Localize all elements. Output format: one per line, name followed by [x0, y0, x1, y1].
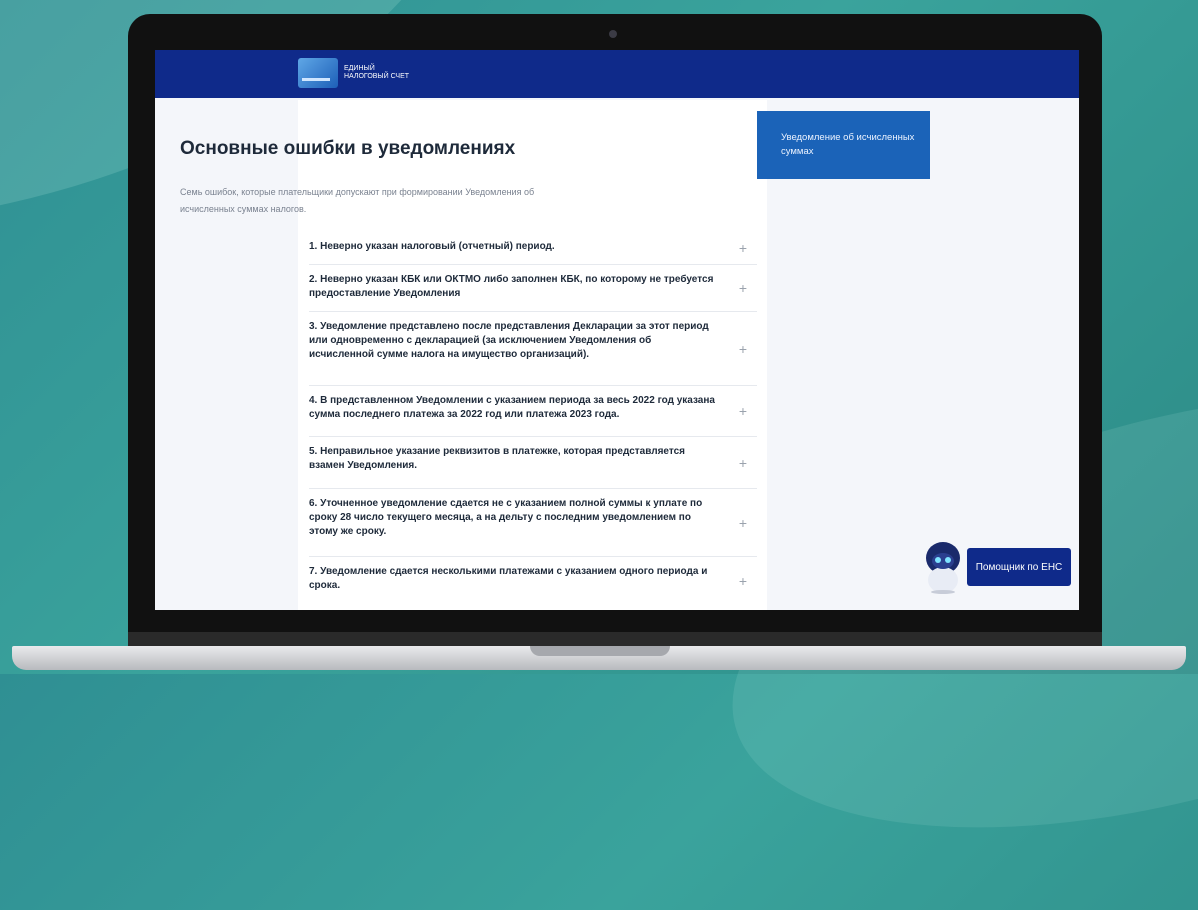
laptop-base-notch	[530, 646, 670, 656]
page-title: Основные ошибки в уведомлениях	[180, 138, 516, 159]
intro-text: Семь ошибок, которые плательщики допуска…	[180, 187, 535, 214]
accordion-item[interactable]: 5. Неправильное указание реквизитов в пл…	[309, 437, 757, 489]
browser-screen: ЕДИНЫЙ НАЛОГОВЫЙ СЧЕТ Основные ошибки в …	[155, 50, 1079, 610]
accordion-item[interactable]: 4. В представленном Уведомлении с указан…	[309, 386, 757, 437]
logo-line-2: НАЛОГОВЫЙ СЧЕТ	[344, 73, 410, 80]
plus-icon[interactable]: +	[739, 456, 747, 470]
accordion-item-label: 1. Неверно указан налоговый (отчетный) п…	[309, 241, 555, 252]
site-logo[interactable]: ЕДИНЫЙ НАЛОГОВЫЙ СЧЕТ	[298, 58, 409, 88]
accordion-item[interactable]: 1. Неверно указан налоговый (отчетный) п…	[309, 232, 757, 265]
assistant-bot-icon[interactable]	[922, 540, 964, 594]
accordion-item-label: 3. Уведомление представлено после предст…	[309, 321, 709, 360]
card-icon	[298, 58, 338, 88]
logo-line-1: ЕДИНЫЙ	[344, 65, 375, 72]
accordion-item[interactable]: 2. Неверно указан КБК или ОКТМО либо зап…	[309, 265, 757, 312]
logo-text: ЕДИНЫЙ НАЛОГОВЫЙ СЧЕТ	[344, 65, 409, 81]
accordion-item-label: 2. Неверно указан КБК или ОКТМО либо зап…	[309, 274, 714, 299]
accordion-item-label: 4. В представленном Уведомлении с указан…	[309, 395, 715, 420]
plus-icon[interactable]: +	[739, 404, 747, 418]
accordion-item-label: 5. Неправильное указание реквизитов в пл…	[309, 446, 686, 471]
plus-icon[interactable]: +	[739, 574, 747, 588]
accordion-item[interactable]: 6. Уточненное уведомление сдается не с у…	[309, 489, 757, 557]
accordion-item-label: 6. Уточненное уведомление сдается не с у…	[309, 498, 703, 537]
plus-icon[interactable]: +	[739, 342, 747, 356]
site-header: ЕДИНЫЙ НАЛОГОВЫЙ СЧЕТ	[155, 50, 1079, 98]
webcam	[609, 30, 617, 38]
errors-accordion: 1. Неверно указан налоговый (отчетный) п…	[309, 232, 757, 605]
sidebar-link-notification[interactable]: Уведомление об исчисленных суммах	[757, 111, 930, 179]
plus-icon[interactable]: +	[739, 281, 747, 295]
plus-icon[interactable]: +	[739, 241, 747, 255]
accordion-item[interactable]: 7. Уведомление сдается несколькими плате…	[309, 557, 757, 605]
plus-icon[interactable]: +	[739, 516, 747, 530]
assistant-button[interactable]: Помощник по ЕНС	[967, 548, 1071, 586]
accordion-item[interactable]: 3. Уведомление представлено после предст…	[309, 312, 757, 386]
accordion-item-label: 7. Уведомление сдается несколькими плате…	[309, 566, 708, 591]
